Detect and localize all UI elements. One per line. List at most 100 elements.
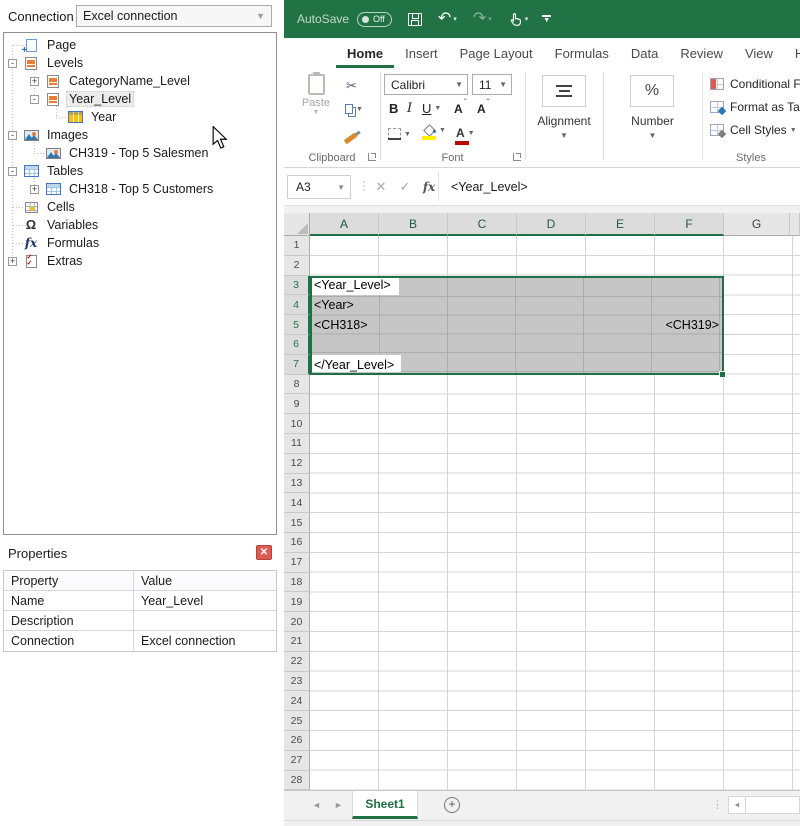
tree-item-year-level[interactable]: -Year_Level (4, 90, 276, 108)
ribbon-tab-help[interactable]: Help (784, 38, 800, 68)
tree-item-variables[interactable]: ΩVariables (4, 216, 276, 234)
tree-expander-minus-icon[interactable]: - (8, 131, 17, 140)
tree-expander-minus-icon[interactable]: - (8, 167, 17, 176)
property-row-connection[interactable]: ConnectionExcel connection (4, 631, 276, 651)
number-format-button[interactable]: % (630, 75, 674, 107)
fill-handle[interactable] (719, 371, 726, 378)
cell-a4[interactable]: <Year> (314, 296, 354, 314)
customize-quick-access-toolbar-button[interactable]: ▼ (542, 15, 551, 23)
row-header-5[interactable]: 5 (284, 315, 310, 335)
row-header-7[interactable]: 7 (284, 355, 310, 375)
sheet-tab-sheet1[interactable]: Sheet1 (352, 791, 418, 819)
touch-mouse-mode-button[interactable]: ▾ (508, 12, 529, 27)
copy-button[interactable]: ▼ (345, 104, 363, 114)
tree-item-page[interactable]: +Page (4, 36, 276, 54)
ribbon-tab-view[interactable]: View (734, 38, 784, 68)
tree-item-levels[interactable]: -Levels (4, 54, 276, 72)
tree-item-images[interactable]: -Images (4, 126, 276, 144)
row-header-22[interactable]: 22 (284, 652, 310, 672)
cell-a3[interactable]: <Year_Level> (314, 276, 391, 294)
italic-button[interactable]: I (407, 101, 412, 116)
bold-button[interactable]: B (389, 101, 398, 116)
tree-expander-plus-icon[interactable]: + (30, 185, 39, 194)
row-header-4[interactable]: 4 (284, 295, 310, 315)
column-header-f[interactable]: F (655, 213, 724, 236)
row-header-18[interactable]: 18 (284, 573, 310, 593)
tree-expander-plus-icon[interactable]: + (8, 257, 17, 266)
tree-item-formulas[interactable]: fxFormulas (4, 234, 276, 252)
ribbon-tab-home[interactable]: Home (336, 38, 394, 68)
select-all-corner[interactable] (284, 213, 310, 236)
formula-input[interactable]: <Year_Level> (438, 172, 800, 201)
row-header-16[interactable]: 16 (284, 533, 310, 553)
horizontal-scrollbar-track[interactable] (746, 796, 800, 814)
column-header-b[interactable]: B (379, 213, 448, 236)
font-color-button[interactable]: A▼ (456, 126, 475, 140)
row-header-24[interactable]: 24 (284, 691, 310, 711)
row-header-19[interactable]: 19 (284, 592, 310, 612)
conditional-formatting-button[interactable]: Conditional Formatting (710, 76, 800, 92)
row-header-17[interactable]: 17 (284, 553, 310, 573)
cell-f5[interactable]: <CH319> (657, 316, 719, 334)
chevron-down-icon[interactable]: ▾ (525, 15, 529, 23)
row-header-20[interactable]: 20 (284, 612, 310, 632)
tree-item-ch319-top-5-salesmen[interactable]: CH319 - Top 5 Salesmen (4, 144, 276, 162)
row-header-27[interactable]: 27 (284, 751, 310, 771)
connection-tree[interactable]: +Page-Levels+CategoryName_Level-Year_Lev… (3, 32, 277, 535)
alignment-button[interactable] (542, 75, 586, 107)
redo-button[interactable]: ↷▾ (473, 11, 492, 27)
row-header-11[interactable]: 11 (284, 434, 310, 454)
undo-button[interactable]: ↶▾ (438, 11, 457, 27)
ribbon-tab-insert[interactable]: Insert (394, 38, 449, 68)
chevron-down-icon[interactable]: ▼ (603, 131, 702, 140)
tree-item-year[interactable]: Year (4, 108, 276, 126)
tree-item-ch318-top-5-customers[interactable]: +CH318 - Top 5 Customers (4, 180, 276, 198)
fill-color-button[interactable]: ▼ (422, 126, 446, 135)
connection-dropdown[interactable]: Excel connection ▼ (76, 5, 272, 27)
row-header-3[interactable]: 3 (284, 276, 310, 296)
row-header-28[interactable]: 28 (284, 771, 310, 791)
row-header-6[interactable]: 6 (284, 335, 310, 355)
ribbon-tab-formulas[interactable]: Formulas (544, 38, 620, 68)
property-row-description[interactable]: Description (4, 611, 276, 631)
tree-item-categoryname-level[interactable]: +CategoryName_Level (4, 72, 276, 90)
row-header-12[interactable]: 12 (284, 454, 310, 474)
font-dialog-launcher[interactable] (513, 153, 521, 161)
font-name-combo[interactable]: Calibri ▼ (384, 74, 468, 95)
insert-function-button[interactable]: fx (418, 175, 440, 199)
row-header-14[interactable]: 14 (284, 493, 310, 513)
cell-styles-button[interactable]: Cell Styles▼ (710, 122, 800, 138)
row-header-13[interactable]: 13 (284, 474, 310, 494)
column-header-c[interactable]: C (448, 213, 517, 236)
new-sheet-button[interactable]: + (444, 797, 460, 813)
clipboard-dialog-launcher[interactable] (368, 153, 376, 161)
ribbon-tab-review[interactable]: Review (669, 38, 734, 68)
cancel-entry-button[interactable]: ✕ (370, 175, 392, 199)
decrease-font-size-button[interactable]: Aˇ (477, 101, 488, 116)
autosave-toggle[interactable]: Off (357, 12, 392, 27)
column-header-partial[interactable] (790, 213, 800, 236)
tree-item-extras[interactable]: +✓✓Extras (4, 252, 276, 270)
chevron-down-icon[interactable]: ▾ (453, 15, 457, 23)
borders-button[interactable]: ▼ (388, 128, 411, 140)
paste-button[interactable]: Paste ▼ (292, 74, 340, 116)
row-header-2[interactable]: 2 (284, 256, 310, 276)
cell-a5[interactable]: <CH318> (314, 316, 368, 334)
tree-expander-minus-icon[interactable]: - (30, 95, 39, 104)
ribbon-tab-data[interactable]: Data (620, 38, 669, 68)
row-header-26[interactable]: 26 (284, 731, 310, 751)
row-header-21[interactable]: 21 (284, 632, 310, 652)
increase-font-size-button[interactable]: Aˆ (454, 101, 465, 116)
row-header-15[interactable]: 15 (284, 513, 310, 533)
confirm-entry-button[interactable]: ✓ (394, 175, 416, 199)
ribbon-tab-page-layout[interactable]: Page Layout (449, 38, 544, 68)
underline-button[interactable]: U▼ (422, 101, 441, 116)
font-size-combo[interactable]: 11 ▼ (472, 74, 512, 95)
properties-close-button[interactable]: ✕ (256, 545, 272, 560)
format-as-table-button[interactable]: Format as Table▼ (710, 99, 800, 115)
chevron-down-icon[interactable]: ▾ (488, 15, 492, 23)
property-row-name[interactable]: NameYear_Level (4, 591, 276, 611)
cut-button[interactable]: ✂ (346, 78, 357, 94)
column-header-e[interactable]: E (586, 213, 655, 236)
tree-expander-plus-icon[interactable]: + (30, 77, 39, 86)
